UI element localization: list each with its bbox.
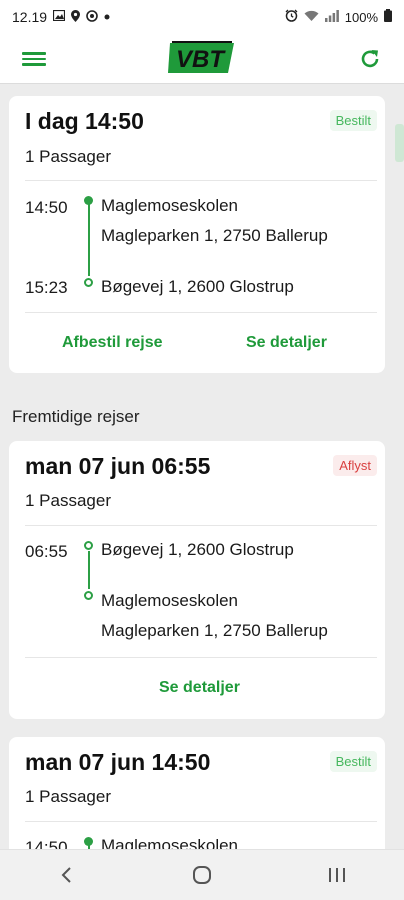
home-icon [192, 866, 211, 884]
passenger-count: 1 Passager [25, 491, 111, 510]
departure-time: 06:55 [25, 542, 68, 561]
trip-card: man 07 jun 06:55 Aflyst 1 Passager 06:55… [9, 441, 385, 719]
system-nav-bar [0, 849, 404, 900]
refresh-icon [361, 50, 379, 68]
departure-time: 14:50 [25, 198, 68, 217]
trip-card: man 07 jun 14:50 Bestilt 1 Passager 14:5… [9, 737, 385, 849]
route-line [87, 551, 90, 589]
status-time: 12.19 [12, 9, 48, 25]
refresh-button[interactable] [358, 47, 382, 71]
trip-date: man 07 jun 06:55 [25, 453, 211, 479]
recents-icon [328, 868, 345, 882]
app-bar: VBT [0, 34, 404, 84]
battery-level: 100% [344, 9, 378, 25]
destination-name: Maglemoseskolen [101, 591, 239, 610]
trip-details-button[interactable]: Se detaljer [159, 679, 240, 697]
origin-address: Maglemoseskolen [101, 833, 238, 849]
origin-name: Maglemoseskolen [101, 196, 239, 215]
trip-date: I dag 14:50 [25, 108, 144, 134]
gallery-icon [52, 9, 66, 24]
passenger-count: 1 Passager [25, 787, 111, 806]
data-saver-icon [86, 9, 98, 25]
status-badge: Bestilt [329, 751, 377, 772]
destination-name: Bøgevej 1, 2600 Glostrup [101, 277, 294, 296]
trip-card: I dag 14:50 Bestilt 1 Passager 14:50 Mag… [9, 96, 385, 373]
origin-name: Bøgevej 1, 2600 Glostrup [101, 540, 294, 559]
recents-button[interactable] [317, 855, 357, 895]
route-line [87, 204, 90, 276]
wifi-icon [304, 10, 319, 25]
notification-dot-icon [104, 12, 110, 23]
trip-date: man 07 jun 14:50 [25, 749, 211, 775]
origin-address: Maglemoseskolen Magleparken 1, 2750 Ball… [101, 193, 328, 249]
divider [25, 657, 377, 658]
back-button[interactable] [47, 855, 87, 895]
destination-street: Magleparken 1, 2750 Ballerup [101, 621, 328, 640]
location-icon [71, 9, 81, 25]
cancel-trip-button[interactable]: Afbestil rejse [62, 334, 162, 352]
divider [25, 821, 377, 822]
alarm-icon [285, 9, 298, 25]
origin-name: Maglemoseskolen [101, 836, 239, 849]
passenger-count: 1 Passager [25, 147, 111, 166]
arrival-time: 15:23 [25, 278, 68, 297]
status-badge: Aflyst [333, 455, 377, 476]
section-title-future: Fremtidige rejser [12, 407, 140, 426]
status-bar: 12.19 100% [0, 0, 404, 34]
origin-dot [84, 541, 93, 550]
menu-icon [22, 52, 46, 66]
signal-icon [324, 9, 339, 25]
divider [25, 525, 377, 526]
status-right: 100% [285, 9, 392, 25]
scrollbar-thumb[interactable] [395, 124, 404, 162]
origin-address: Bøgevej 1, 2600 Glostrup [101, 537, 294, 563]
departure-time: 14:50 [25, 838, 68, 849]
back-icon [61, 867, 72, 883]
destination-dot [84, 278, 93, 287]
trip-details-button[interactable]: Se detaljer [246, 334, 327, 352]
home-button[interactable] [182, 855, 222, 895]
origin-street: Magleparken 1, 2750 Ballerup [101, 226, 328, 245]
status-badge: Bestilt [329, 110, 377, 131]
menu-button[interactable] [22, 49, 46, 69]
divider [25, 312, 377, 313]
trip-list[interactable]: I dag 14:50 Bestilt 1 Passager 14:50 Mag… [0, 84, 404, 849]
destination-address: Maglemoseskolen Magleparken 1, 2750 Ball… [101, 588, 328, 644]
app-logo: VBT [168, 38, 236, 83]
divider [25, 180, 377, 181]
destination-address: Bøgevej 1, 2600 Glostrup [101, 274, 294, 300]
battery-icon [384, 9, 392, 25]
status-left: 12.19 [12, 9, 110, 25]
logo-text: VBT [176, 46, 226, 73]
destination-dot [84, 591, 93, 600]
